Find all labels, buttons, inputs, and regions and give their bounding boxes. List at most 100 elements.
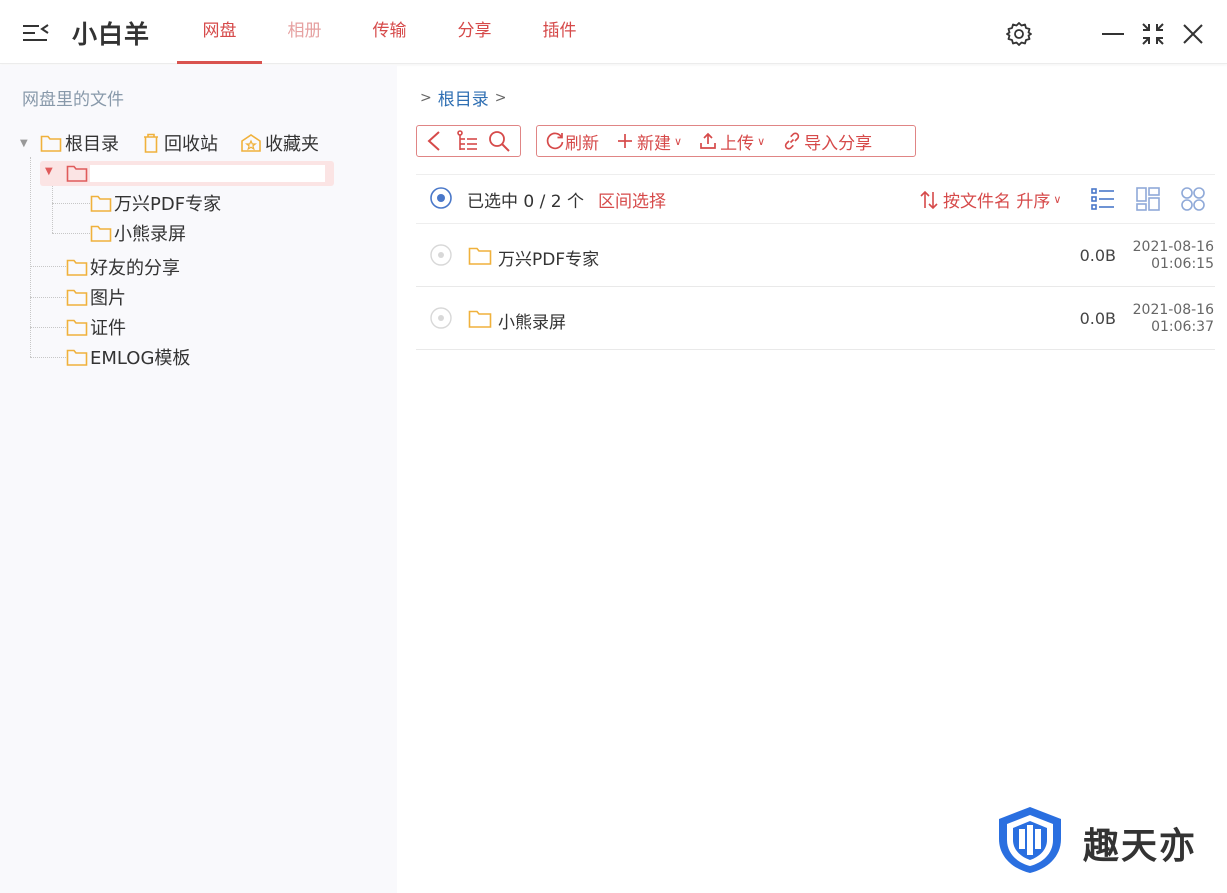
caret-down-icon[interactable]: ▼ xyxy=(45,166,53,177)
tree-line xyxy=(52,233,90,234)
file-date: 2021-08-16 xyxy=(1132,302,1214,318)
tree-node-friend-share[interactable]: 好友的分享 xyxy=(66,255,180,279)
settings-gear-icon[interactable] xyxy=(1005,20,1033,48)
tree-node-wanxing[interactable]: 万兴PDF专家 xyxy=(90,191,221,215)
tree-node-label: 万兴PDF专家 xyxy=(114,194,222,215)
new-label: 新建 xyxy=(637,133,671,154)
folder-icon xyxy=(90,195,112,212)
back-icon[interactable] xyxy=(417,130,451,152)
minimize-icon[interactable] xyxy=(1101,22,1125,46)
row-select-radio[interactable] xyxy=(430,244,452,266)
fullscreen-icon[interactable] xyxy=(1141,22,1165,46)
tree-line xyxy=(30,297,66,298)
action-tool-group: 刷新 新建 ∨ 上传 ∨ 导入分享 xyxy=(536,125,916,157)
folder-icon xyxy=(468,245,492,271)
folder-icon xyxy=(90,225,112,242)
tab-share[interactable]: 分享 xyxy=(432,0,517,64)
tree-node-documents[interactable]: 证件 xyxy=(66,315,126,339)
refresh-icon xyxy=(546,132,564,150)
watermark: 趣天亦 xyxy=(995,805,1215,875)
search-icon[interactable] xyxy=(483,129,515,153)
file-row[interactable]: 万兴PDF专家 0.0B 2021-08-16 01:06:15 xyxy=(416,225,1215,287)
tree-node-label: 图片 xyxy=(90,288,126,309)
file-row[interactable]: 小熊录屏 0.0B 2021-08-16 01:06:37 xyxy=(416,288,1215,350)
breadcrumb-root[interactable]: 根目录 xyxy=(438,85,489,110)
file-modified: 2021-08-16 01:06:15 xyxy=(1116,239,1214,273)
chevron-down-icon: ∨ xyxy=(674,134,683,148)
trash-icon xyxy=(144,133,158,153)
shield-logo-icon xyxy=(999,807,1061,873)
breadcrumb-separator: > xyxy=(420,89,432,106)
sidebar-title: 网盘里的文件 xyxy=(22,90,124,110)
list-view-icon[interactable] xyxy=(1090,186,1116,212)
sort-label: 按文件名 升序 xyxy=(943,192,1051,212)
file-time: 01:06:37 xyxy=(1151,319,1214,335)
chevron-down-icon: ∨ xyxy=(757,134,766,148)
tree-node-xiaoxiong[interactable]: 小熊录屏 xyxy=(90,221,186,245)
file-name[interactable]: 万兴PDF专家 xyxy=(498,245,599,270)
breadcrumb-separator: > xyxy=(494,89,507,106)
new-button[interactable]: 新建 ∨ xyxy=(604,129,687,154)
favorites-box-icon xyxy=(241,134,261,152)
tree-line xyxy=(30,357,66,358)
node-root[interactable]: 根目录 xyxy=(40,130,119,156)
select-all-radio[interactable] xyxy=(430,187,452,209)
sidebar: 网盘里的文件 ▼ 根目录 回收站 收藏夹 ▼ 万兴PDF专家 小熊录屏 好友的分… xyxy=(0,65,397,893)
app-title: 小白羊 xyxy=(72,20,151,49)
tab-transfer[interactable]: 传输 xyxy=(347,0,432,64)
node-trash-label: 回收站 xyxy=(164,134,218,155)
tree-line xyxy=(52,203,90,204)
node-favorites-label: 收藏夹 xyxy=(265,134,319,155)
file-date: 2021-08-16 xyxy=(1132,239,1214,255)
folder-icon xyxy=(66,259,88,276)
refresh-label: 刷新 xyxy=(565,133,599,154)
node-favorites[interactable]: 收藏夹 xyxy=(240,130,319,156)
tab-pan[interactable]: 网盘 xyxy=(177,0,262,64)
main-tabs: 网盘 相册 传输 分享 插件 xyxy=(177,0,602,64)
tree-line xyxy=(30,266,66,267)
row-select-radio[interactable] xyxy=(430,307,452,329)
watermark-text: 趣天亦 xyxy=(1083,826,1198,867)
menu-toggle-icon[interactable] xyxy=(20,18,52,48)
nav-tool-group xyxy=(416,125,521,157)
range-select-button[interactable]: 区间选择 xyxy=(598,187,666,212)
plus-icon xyxy=(618,134,632,148)
file-time: 01:06:15 xyxy=(1151,256,1214,272)
caret-down-icon[interactable]: ▼ xyxy=(20,138,40,149)
sort-button[interactable]: 按文件名 升序 ∨ xyxy=(918,187,1061,212)
tab-plugins[interactable]: 插件 xyxy=(517,0,602,64)
file-modified: 2021-08-16 01:06:37 xyxy=(1116,302,1214,336)
sidebar-top-nodes: ▼ 根目录 回收站 收藏夹 xyxy=(20,131,341,155)
folder-icon xyxy=(468,308,492,334)
tree-node-label: 小熊录屏 xyxy=(114,224,186,245)
upload-button[interactable]: 上传 ∨ xyxy=(687,129,770,154)
selected-folder-icon xyxy=(66,161,90,185)
file-name[interactable]: 小熊录屏 xyxy=(498,308,566,333)
refresh-button[interactable]: 刷新 xyxy=(537,129,604,154)
title-bar: 小白羊 网盘 相册 传输 分享 插件 xyxy=(0,0,1227,64)
tree-view-icon[interactable] xyxy=(451,129,483,153)
folder-icon xyxy=(66,349,88,366)
folder-icon xyxy=(66,319,88,336)
folder-icon xyxy=(40,135,62,152)
breadcrumb: > 根目录 > xyxy=(420,85,512,111)
tree-node-emlog[interactable]: EMLOG模板 xyxy=(66,345,190,369)
upload-icon xyxy=(700,132,716,149)
link-icon xyxy=(784,132,800,150)
tree-node-pictures[interactable]: 图片 xyxy=(66,285,126,309)
node-root-label: 根目录 xyxy=(65,134,119,155)
node-trash[interactable]: 回收站 xyxy=(141,130,218,156)
grid-view-icon[interactable] xyxy=(1180,186,1206,212)
close-icon[interactable] xyxy=(1181,22,1205,46)
tree-line xyxy=(52,185,53,233)
redacted-label xyxy=(90,165,325,182)
tree-node-label: 证件 xyxy=(90,318,126,339)
upload-label: 上传 xyxy=(720,133,755,154)
tree-line xyxy=(30,327,66,328)
file-size: 0.0B xyxy=(1079,309,1116,328)
file-size: 0.0B xyxy=(1079,246,1116,265)
tree-node-label: EMLOG模板 xyxy=(90,348,191,369)
import-share-button[interactable]: 导入分享 xyxy=(770,129,877,154)
tile-view-icon[interactable] xyxy=(1135,186,1161,212)
tab-album[interactable]: 相册 xyxy=(262,0,347,64)
